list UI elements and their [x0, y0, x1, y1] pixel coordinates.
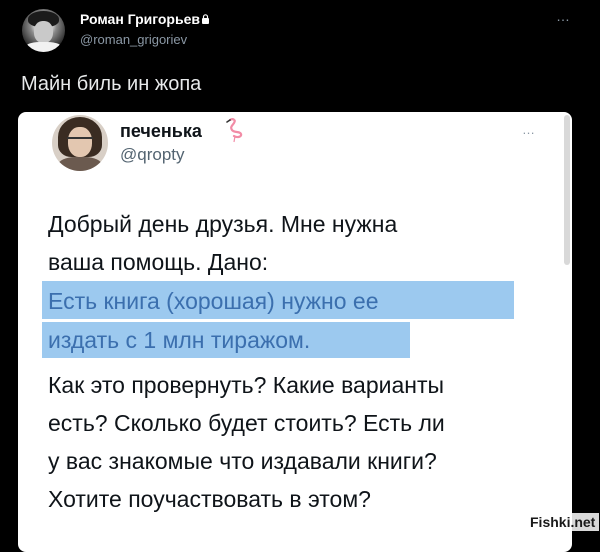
avatar-glasses	[67, 137, 93, 145]
highlighted-line: Есть книга (хорошая) нужно ее	[48, 288, 379, 314]
quoted-tweet-line: у вас знакомые что издавали книги?	[48, 448, 437, 474]
more-options-icon[interactable]: …	[522, 122, 536, 137]
quoted-author-name[interactable]: печенька	[120, 121, 202, 142]
highlighted-line: издать с 1 млн тиражом.	[48, 327, 311, 353]
avatar-body	[58, 157, 102, 171]
quoted-tweet-line: Хотите поучаствовать в этом?	[48, 486, 371, 512]
quoted-author-handle[interactable]: @qropty	[120, 145, 185, 165]
scrollbar[interactable]	[564, 115, 570, 265]
quoted-tweet-line: ваша помощь. Дано:	[48, 249, 269, 275]
author-name[interactable]: Роман Григорьев	[80, 11, 200, 27]
quoted-tweet-line: есть? Сколько будет стоить? Есть ли	[48, 410, 445, 436]
author-avatar[interactable]	[22, 9, 65, 52]
lock-icon	[202, 14, 209, 24]
quoted-tweet-line: Как это провернуть? Какие варианты	[48, 372, 445, 398]
quoted-author-avatar[interactable]	[52, 115, 108, 171]
quoted-tweet-line: Добрый день друзья. Мне нужна	[48, 211, 398, 237]
avatar-shirt	[24, 42, 63, 52]
tweet-text: Майн биль ин жопа	[21, 73, 202, 95]
flamingo-icon	[226, 118, 243, 143]
author-handle[interactable]: @roman_grigoriev	[80, 32, 187, 47]
more-options-icon[interactable]: …	[556, 8, 571, 24]
avatar-face	[34, 21, 53, 43]
watermark: Fishki.net	[526, 513, 600, 531]
